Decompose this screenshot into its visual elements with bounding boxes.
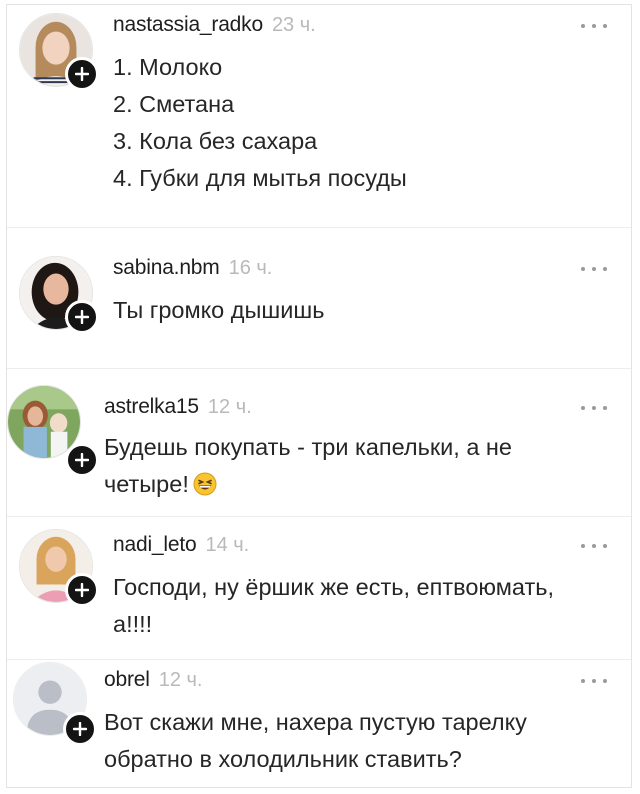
comment-item: obrel 12 ч. Вот скажи мне, нахера пустую… xyxy=(7,660,631,787)
avatar-button[interactable] xyxy=(7,385,99,477)
comment-timestamp: 12 ч. xyxy=(158,669,203,691)
comment-line: Будешь покупать - три капельки, а не xyxy=(104,434,512,460)
list-item: 3. Кола без сахара xyxy=(113,128,318,154)
comment-line: Вот скажи мне, нахера пустую тарелку xyxy=(104,709,527,735)
more-options-icon[interactable] xyxy=(581,264,607,274)
comment-item: sabina.nbm 16 ч. Ты громко дышишь xyxy=(7,228,631,368)
list-item: 1. Молоко xyxy=(113,54,223,80)
follow-plus-icon[interactable] xyxy=(65,57,99,91)
list-item: 4. Губки для мытья посуды xyxy=(113,165,407,191)
comment-line: Господи, ну ёршик же есть, ептвоюмать, xyxy=(113,574,554,600)
comment-username[interactable]: nastassia_radko xyxy=(113,13,263,37)
follow-plus-icon[interactable] xyxy=(65,443,99,477)
more-options-icon[interactable] xyxy=(581,541,607,551)
comment-timestamp: 14 ч. xyxy=(205,534,250,556)
comment-item: astrelka15 12 ч. Будешь покупать - три к… xyxy=(7,369,631,516)
grinning-squinting-face-emoji-icon xyxy=(193,470,217,496)
comment-text: Вот скажи мне, нахера пустую тарелку обр… xyxy=(104,704,527,778)
comment-line: Ты громко дышишь xyxy=(113,297,325,323)
comment-username[interactable]: nadi_leto xyxy=(113,533,197,557)
comment-text: 1. Молоко 2. Сметана 3. Кола без сахара … xyxy=(113,49,407,197)
comment-line: а!!!! xyxy=(113,611,153,637)
follow-plus-icon[interactable] xyxy=(65,300,99,334)
comment-timestamp: 23 ч. xyxy=(271,14,316,36)
list-item: 2. Сметана xyxy=(113,91,235,117)
comment-text: Будешь покупать - три капельки, а не чет… xyxy=(104,429,512,503)
comment-username[interactable]: sabina.nbm xyxy=(113,256,220,280)
comment-username[interactable]: astrelka15 xyxy=(104,395,199,419)
avatar-button[interactable] xyxy=(13,662,97,746)
comment-text: Ты громко дышишь xyxy=(113,292,324,329)
comment-item: nadi_leto 14 ч. Господи, ну ёршик же ест… xyxy=(7,517,631,659)
comment-item: nastassia_radko 23 ч. 1. Молоко 2. Смета… xyxy=(7,5,631,227)
comment-line: четыре! xyxy=(104,471,189,497)
comment-timestamp: 12 ч. xyxy=(207,396,252,418)
avatar-button[interactable] xyxy=(19,529,99,607)
more-options-icon[interactable] xyxy=(581,403,607,413)
more-options-icon[interactable] xyxy=(581,21,607,31)
comments-panel: nastassia_radko 23 ч. 1. Молоко 2. Смета… xyxy=(6,4,632,788)
comment-text: Господи, ну ёршик же есть, ептвоюмать, а… xyxy=(113,569,554,643)
follow-plus-icon[interactable] xyxy=(63,712,97,746)
comment-line: обратно в холодильник ставить? xyxy=(104,746,462,772)
more-options-icon[interactable] xyxy=(581,676,607,686)
comment-username[interactable]: obrel xyxy=(104,668,150,692)
follow-plus-icon[interactable] xyxy=(65,573,99,607)
avatar-button[interactable] xyxy=(19,13,99,91)
comment-timestamp: 16 ч. xyxy=(228,257,273,279)
avatar-button[interactable] xyxy=(19,256,99,334)
